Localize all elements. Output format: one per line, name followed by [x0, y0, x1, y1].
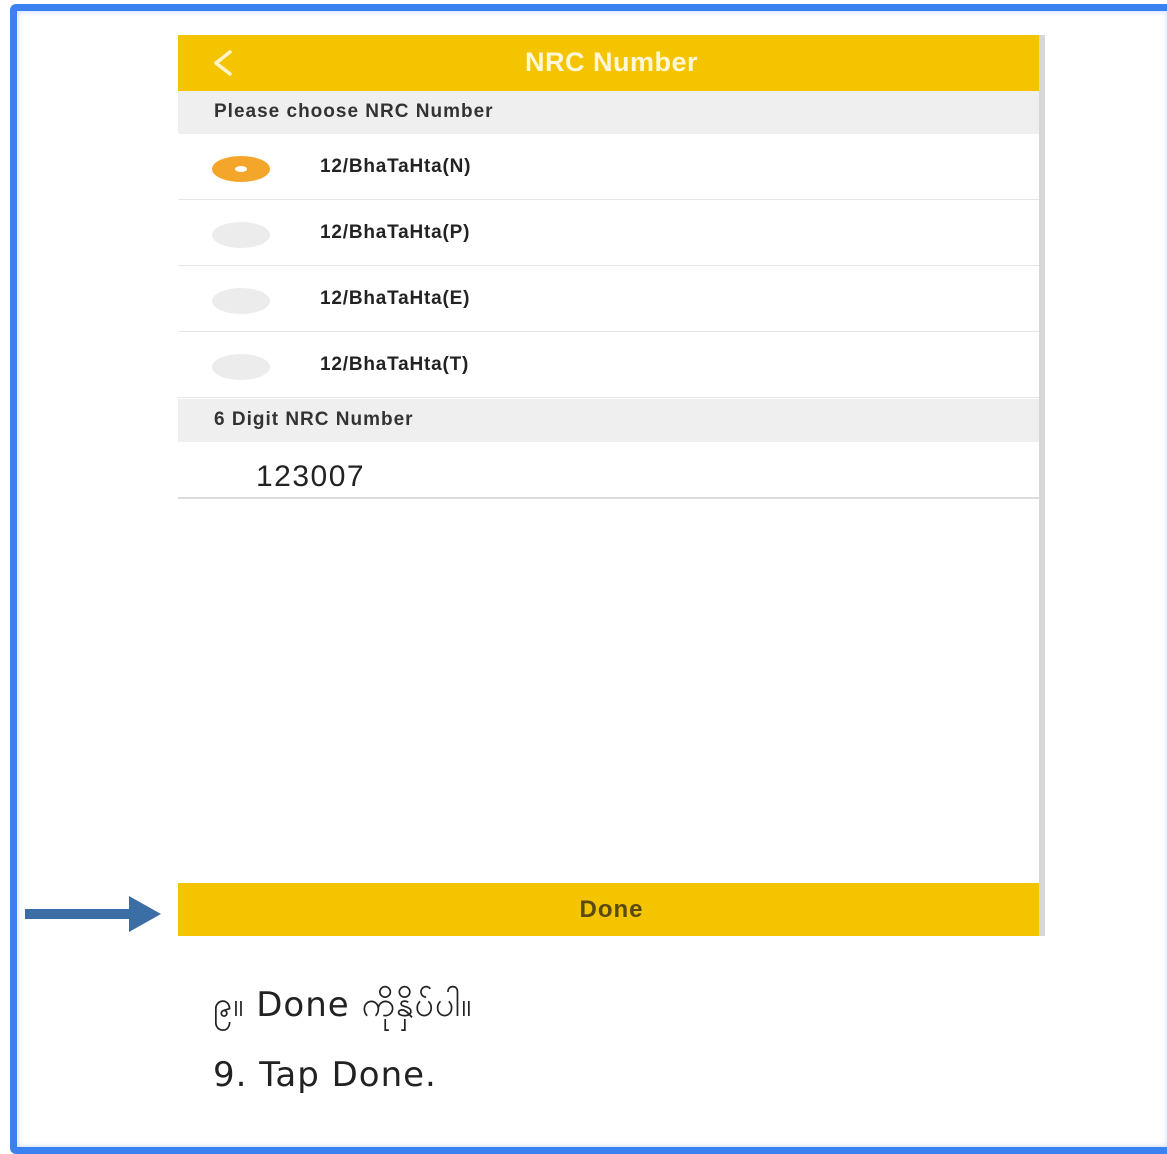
digit-section-header: 6 Digit NRC Number: [178, 399, 1045, 442]
nrc-choice-section-header: Please choose NRC Number: [178, 91, 1045, 134]
nrc-digit-input[interactable]: [178, 446, 1045, 499]
option-label: 12/BhaTaHta(N): [320, 156, 472, 177]
nrc-option-row[interactable]: 12/BhaTaHta(N): [178, 134, 1045, 200]
instruction-burmese: ၉။ Done ကိုနှိပ်ပါ။: [213, 985, 473, 1025]
section-label: Please choose NRC Number: [214, 101, 494, 122]
page-title: NRC Number: [524, 47, 698, 77]
app-header: NRC Number: [178, 35, 1045, 91]
phone-screen: NRC Number Please choose NRC Number 12/B…: [178, 35, 1045, 936]
option-label: 12/BhaTaHta(E): [320, 288, 471, 309]
arrow-right-icon: [25, 896, 161, 932]
radio-button[interactable]: [212, 288, 270, 314]
screen-edge: [1039, 35, 1045, 936]
instruction-english: 9. Tap Done.: [213, 1055, 437, 1095]
option-label: 12/BhaTaHta(T): [320, 354, 470, 375]
nrc-option-row[interactable]: 12/BhaTaHta(P): [178, 200, 1045, 266]
radio-button[interactable]: [212, 354, 270, 380]
radio-button[interactable]: [212, 222, 270, 248]
done-button[interactable]: Done: [178, 883, 1045, 936]
option-label: 12/BhaTaHta(P): [320, 222, 471, 243]
nrc-option-row[interactable]: 12/BhaTaHta(T): [178, 332, 1045, 398]
radio-button[interactable]: [212, 156, 270, 182]
nrc-option-row[interactable]: 12/BhaTaHta(E): [178, 266, 1045, 332]
section-label: 6 Digit NRC Number: [214, 409, 414, 430]
